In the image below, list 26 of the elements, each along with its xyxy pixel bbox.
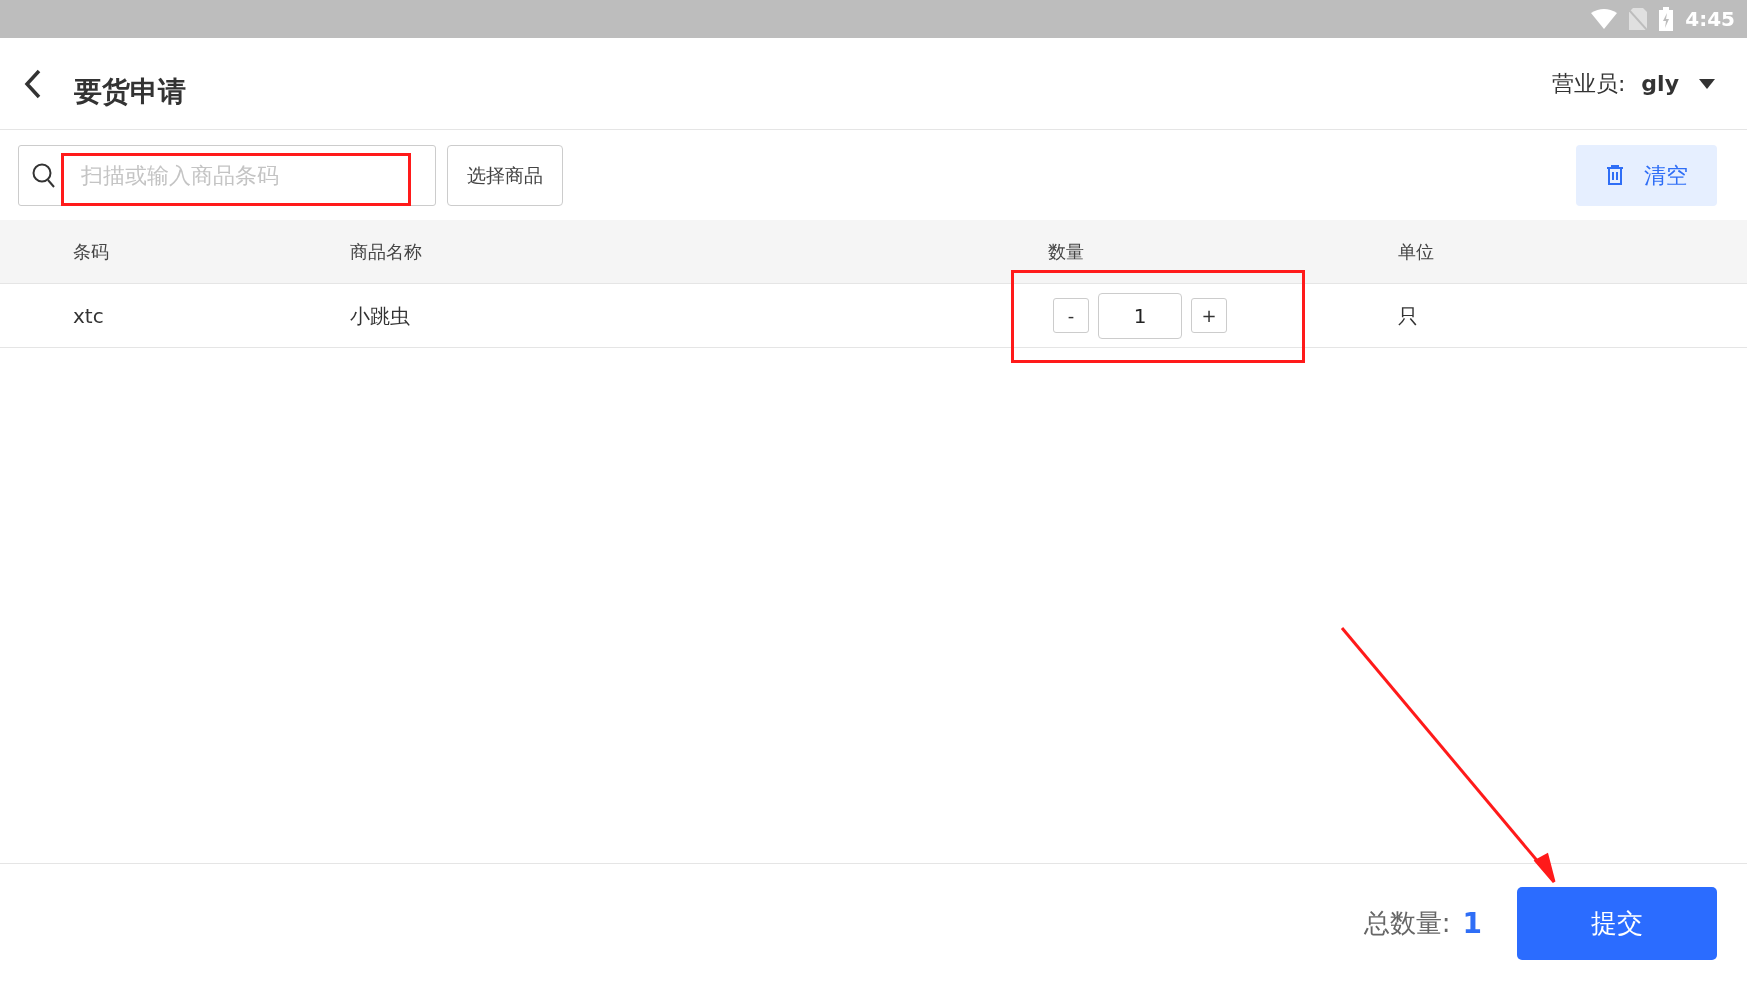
column-header: 商品名称 (350, 241, 422, 262)
column-header: 数量 (1048, 241, 1084, 262)
submit-button[interactable]: 提交 (1517, 887, 1717, 960)
quantity-field[interactable]: 1 (1098, 292, 1182, 339)
salesperson-name[interactable]: gly (1641, 67, 1679, 100)
total-label: 总数量: (1363, 907, 1451, 940)
no-sim-icon (1629, 8, 1648, 30)
total-quantity: 1 (1462, 905, 1482, 942)
salesperson-label: 营业员: (1551, 70, 1626, 98)
table-cell: xtc (73, 303, 104, 328)
increment-button[interactable]: + (1191, 298, 1227, 333)
decrement-button[interactable]: - (1053, 298, 1089, 333)
column-header: 条码 (73, 241, 109, 262)
clock-time: 4:45 (1685, 6, 1735, 33)
page-title: 要货申请 (74, 73, 186, 110)
table-cell: 只 (1398, 303, 1418, 328)
table-cell: 小跳虫 (350, 303, 410, 328)
select-product-button[interactable]: 选择商品 (447, 144, 563, 206)
clear-button[interactable]: 清空 (1576, 144, 1717, 206)
trash-icon (1605, 165, 1624, 185)
battery-icon (1659, 7, 1674, 31)
wifi-icon (1591, 9, 1618, 29)
search-icon (32, 162, 56, 189)
column-header: 单位 (1398, 241, 1434, 262)
search-field[interactable]: 扫描或输入商品条码 (18, 144, 436, 206)
dropdown-caret-icon[interactable] (1699, 78, 1715, 89)
